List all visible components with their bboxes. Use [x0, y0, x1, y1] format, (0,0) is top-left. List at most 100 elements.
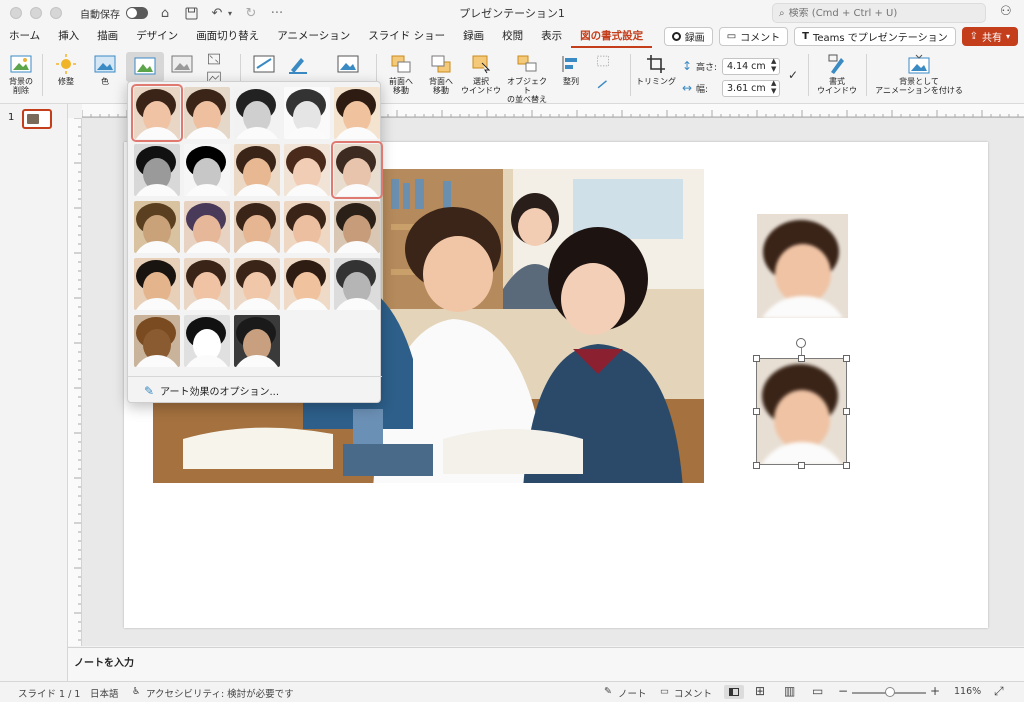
tab-record[interactable]: 録画 — [454, 26, 493, 48]
save-icon[interactable] — [182, 4, 200, 22]
blurred-portrait-image[interactable] — [757, 214, 848, 318]
fit-to-window-icon[interactable]: ⤢ — [994, 684, 1004, 699]
artistic-effect-thumbnail[interactable] — [184, 315, 230, 367]
language-indicator[interactable]: 日本語 — [90, 686, 119, 700]
artistic-effect-thumbnail[interactable] — [284, 201, 330, 253]
artistic-effect-thumbnail[interactable] — [184, 87, 230, 139]
artistic-effect-thumbnail[interactable] — [134, 201, 180, 253]
compress-pictures-button[interactable] — [204, 52, 224, 69]
height-stepper-icon[interactable]: ▲ ▼ — [771, 57, 776, 73]
artistic-effect-thumbnail[interactable] — [331, 141, 383, 199]
comment-button[interactable]: ▭ コメント — [718, 27, 789, 46]
crop-button[interactable]: トリミング — [636, 54, 676, 86]
artistic-effect-thumbnail[interactable] — [334, 87, 380, 139]
alt-text-button[interactable] — [334, 54, 362, 77]
reading-view-icon[interactable]: ▥ — [784, 684, 795, 698]
remove-background-button[interactable]: 背景の 削除 — [6, 54, 36, 95]
resize-handle-nw[interactable] — [753, 355, 760, 362]
slide-thumbnail[interactable] — [22, 109, 52, 129]
artistic-effects-options-item[interactable]: ✎ アート効果のオプション... — [144, 383, 279, 399]
artistic-effect-thumbnail[interactable] — [134, 315, 180, 367]
artistic-effect-thumbnail[interactable] — [234, 201, 280, 253]
minimize-window-button[interactable] — [30, 7, 42, 19]
zoom-window-button[interactable] — [50, 7, 62, 19]
rotate-handle[interactable] — [796, 338, 806, 348]
tab-animations[interactable]: アニメーション — [268, 26, 359, 48]
tab-view[interactable]: 表示 — [532, 26, 571, 48]
artistic-effect-thumbnail[interactable] — [131, 84, 183, 142]
slideshow-icon[interactable]: ▭ — [812, 684, 823, 698]
transparency-button[interactable] — [168, 54, 196, 77]
resize-handle-sw[interactable] — [753, 462, 760, 469]
normal-view-button[interactable] — [724, 685, 744, 699]
accessibility-status[interactable]: アクセシビリティ: 検討が必要です — [146, 686, 294, 700]
tab-slideshow[interactable]: スライド ショー — [359, 26, 454, 48]
notes-button[interactable]: ノート — [618, 686, 647, 700]
tab-insert[interactable]: 挿入 — [49, 26, 88, 48]
tab-transitions[interactable]: 画面切り替え — [187, 26, 268, 48]
align-button[interactable]: 整列 — [554, 54, 588, 86]
artistic-effect-thumbnail[interactable] — [284, 144, 330, 196]
artistic-effect-thumbnail[interactable] — [284, 258, 330, 310]
slide-sorter-icon[interactable]: ⊞ — [755, 684, 765, 698]
picture-border-button[interactable] — [284, 54, 312, 77]
zoom-out-icon[interactable]: − — [838, 684, 848, 698]
artistic-effect-thumbnail[interactable] — [334, 258, 380, 310]
zoom-slider-thumb[interactable] — [885, 687, 895, 697]
tab-picture-format[interactable]: 図の書式設定 — [571, 26, 653, 48]
artistic-effect-thumbnail[interactable] — [184, 144, 230, 196]
record-button[interactable]: 録画 — [663, 27, 713, 46]
resize-handle-e[interactable] — [843, 408, 850, 415]
tab-home[interactable]: ホーム — [0, 26, 49, 48]
autosave-toggle[interactable] — [126, 7, 148, 19]
resize-handle-se[interactable] — [843, 462, 850, 469]
artistic-effect-thumbnail[interactable] — [234, 258, 280, 310]
picture-styles-button[interactable] — [248, 54, 280, 77]
artistic-effect-thumbnail[interactable] — [134, 258, 180, 310]
artistic-effect-thumbnail[interactable] — [334, 201, 380, 253]
artistic-effect-thumbnail[interactable] — [184, 258, 230, 310]
artistic-effect-thumbnail[interactable] — [234, 315, 280, 367]
arrange-objects-button[interactable]: オブジェクト の並べ替え — [504, 54, 550, 104]
comments-button[interactable]: コメント — [674, 686, 712, 700]
zoom-in-icon[interactable]: + — [930, 684, 940, 698]
zoom-level[interactable]: 116% — [954, 686, 981, 697]
bring-forward-button[interactable]: 前面へ 移動 — [382, 54, 420, 95]
send-backward-button[interactable]: 背面へ 移動 — [422, 54, 460, 95]
artistic-effect-thumbnail[interactable] — [234, 144, 280, 196]
notes-pane[interactable]: ノートを入力 — [68, 647, 1024, 681]
animate-as-background-button[interactable]: 背景として アニメーションを付ける — [872, 54, 966, 95]
resize-handle-s[interactable] — [798, 462, 805, 469]
artistic-effect-thumbnail[interactable] — [134, 144, 180, 196]
color-button[interactable]: 色 — [88, 54, 122, 86]
width-stepper-icon[interactable]: ▲ ▼ — [771, 79, 776, 95]
resize-handle-w[interactable] — [753, 408, 760, 415]
zoom-slider[interactable] — [852, 687, 926, 697]
teams-present-button[interactable]: T Teams でプレゼンテーション — [794, 27, 956, 46]
artistic-effect-thumbnail[interactable] — [184, 201, 230, 253]
more-icon[interactable]: ··· — [268, 4, 286, 22]
undo-icon[interactable]: ↶ — [208, 4, 226, 22]
search-box[interactable]: ⌕ — [772, 3, 986, 23]
rotate-button[interactable] — [592, 78, 614, 95]
resize-handle-n[interactable] — [798, 355, 805, 362]
group-button[interactable] — [592, 54, 614, 71]
close-window-button[interactable] — [10, 7, 22, 19]
tab-draw[interactable]: 描画 — [88, 26, 127, 48]
selection-pane-button[interactable]: 選択 ウインドウ — [460, 54, 502, 95]
tab-design[interactable]: デザイン — [127, 26, 187, 48]
search-input[interactable] — [788, 7, 969, 19]
home-icon[interactable]: ⌂ — [156, 4, 174, 22]
vertical-ruler[interactable] — [68, 118, 82, 646]
lock-aspect-checkbox[interactable]: ✓ — [788, 68, 798, 82]
artistic-effect-thumbnail[interactable] — [284, 87, 330, 139]
share-button[interactable]: ⇪ 共有 ▾ — [961, 27, 1018, 46]
artistic-effects-button[interactable] — [126, 52, 164, 82]
corrections-button[interactable]: 修整 — [48, 54, 84, 86]
redo-icon[interactable]: ↻ — [242, 4, 260, 22]
share-people-icon[interactable]: ⚇ — [1000, 4, 1012, 19]
format-pane-button[interactable]: 書式 ウインドウ — [814, 54, 860, 95]
undo-dropdown-icon[interactable]: ▾ — [226, 4, 234, 22]
artistic-effect-thumbnail[interactable] — [234, 87, 280, 139]
resize-handle-ne[interactable] — [843, 355, 850, 362]
